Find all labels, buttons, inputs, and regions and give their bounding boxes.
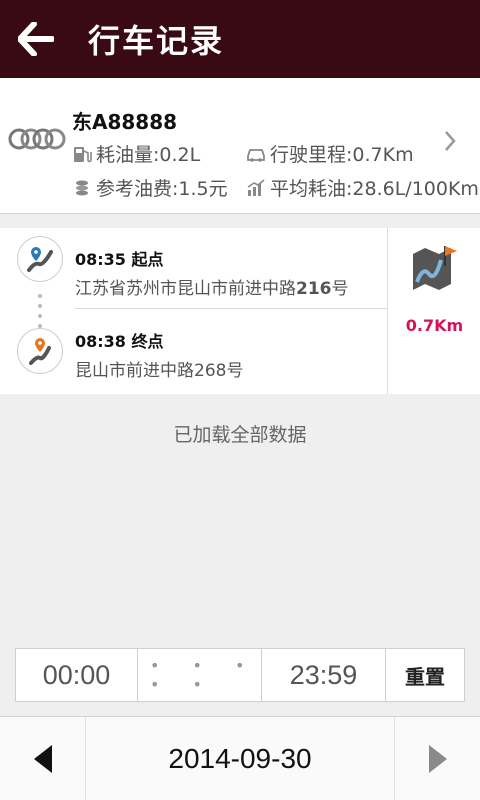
trip-distance: 0.7Km (405, 316, 464, 335)
end-time: 08:38 (75, 332, 126, 351)
start-address: 江苏省苏州市昆山市前进中路216号 (75, 279, 349, 299)
fuel-cost-stat: 参考油费:1.5元 (72, 174, 228, 201)
start-time-row: 08:35 起点 (75, 246, 164, 270)
start-time-picker[interactable]: 00:00 (16, 649, 138, 701)
back-arrow-icon (18, 22, 54, 56)
fuel-pump-icon (74, 146, 92, 162)
prev-day-button[interactable] (0, 717, 86, 800)
page-title: 行车记录 (88, 22, 225, 60)
end-time-value: 23:59 (289, 659, 358, 690)
start-label: 起点 (131, 250, 164, 269)
date-navigator: 2014-09-30 (0, 716, 480, 800)
end-point-marker (17, 328, 63, 374)
fuel-cost-text: 参考油费:1.5元 (96, 178, 228, 200)
car-summary-card[interactable]: 东A88888 耗油量:0.2L 行驶里程:0.7Km 参考油费:1.5元 平均… (0, 78, 480, 214)
fuel-used-text: 耗油量:0.2L (96, 144, 201, 166)
trip-map-button[interactable]: 0.7Km (389, 228, 480, 394)
time-range-filter: 00:00 • • • • • 23:59 重置 (15, 648, 465, 702)
end-time-picker[interactable]: 23:59 (262, 649, 386, 701)
back-button[interactable] (0, 0, 72, 78)
loaded-status: 已加载全部数据 (173, 424, 307, 446)
triangle-left-icon (33, 745, 52, 773)
avg-consumption-text: 平均耗油:28.6L/100Km (270, 178, 479, 200)
app-header: 行车记录 (0, 0, 480, 78)
coins-icon (76, 180, 88, 195)
end-time-row: 08:38 终点 (75, 328, 164, 352)
end-pin-icon (29, 338, 51, 365)
fuel-used-stat: 耗油量:0.2L (72, 140, 200, 167)
route-map-icon (413, 246, 457, 290)
end-address: 昆山市前进中路268号 (75, 361, 244, 381)
trip-route-details: 08:35 起点 江苏省苏州市昆山市前进中路216号 08:38 终点 昆山市前… (0, 228, 388, 394)
reset-label: 重置 (405, 664, 445, 689)
end-label: 终点 (131, 332, 164, 351)
triangle-right-icon (428, 745, 447, 773)
next-day-button[interactable] (394, 717, 480, 800)
start-time-value: 00:00 (42, 659, 111, 690)
audi-logo-icon (8, 128, 66, 150)
trip-divider (75, 308, 388, 309)
chevron-right-icon (445, 131, 456, 151)
avg-consumption-stat: 平均耗油:28.6L/100Km (246, 174, 479, 201)
license-plate: 东A88888 (72, 110, 178, 134)
mileage-text: 行驶里程:0.7Km (270, 144, 414, 166)
current-date[interactable]: 2014-09-30 (86, 717, 394, 800)
trip-record[interactable]: 08:35 起点 江苏省苏州市昆山市前进中路216号 08:38 终点 昆山市前… (0, 228, 480, 394)
mileage-stat: 行驶里程:0.7Km (246, 140, 414, 167)
car-icon (247, 148, 265, 162)
start-time: 08:35 (75, 250, 126, 269)
start-point-marker (17, 236, 63, 282)
time-range-separator: • • • • • (138, 649, 262, 701)
route-connector (38, 294, 42, 328)
bar-chart-icon (247, 178, 265, 196)
start-pin-icon (27, 247, 53, 272)
reset-button[interactable]: 重置 (386, 649, 464, 701)
